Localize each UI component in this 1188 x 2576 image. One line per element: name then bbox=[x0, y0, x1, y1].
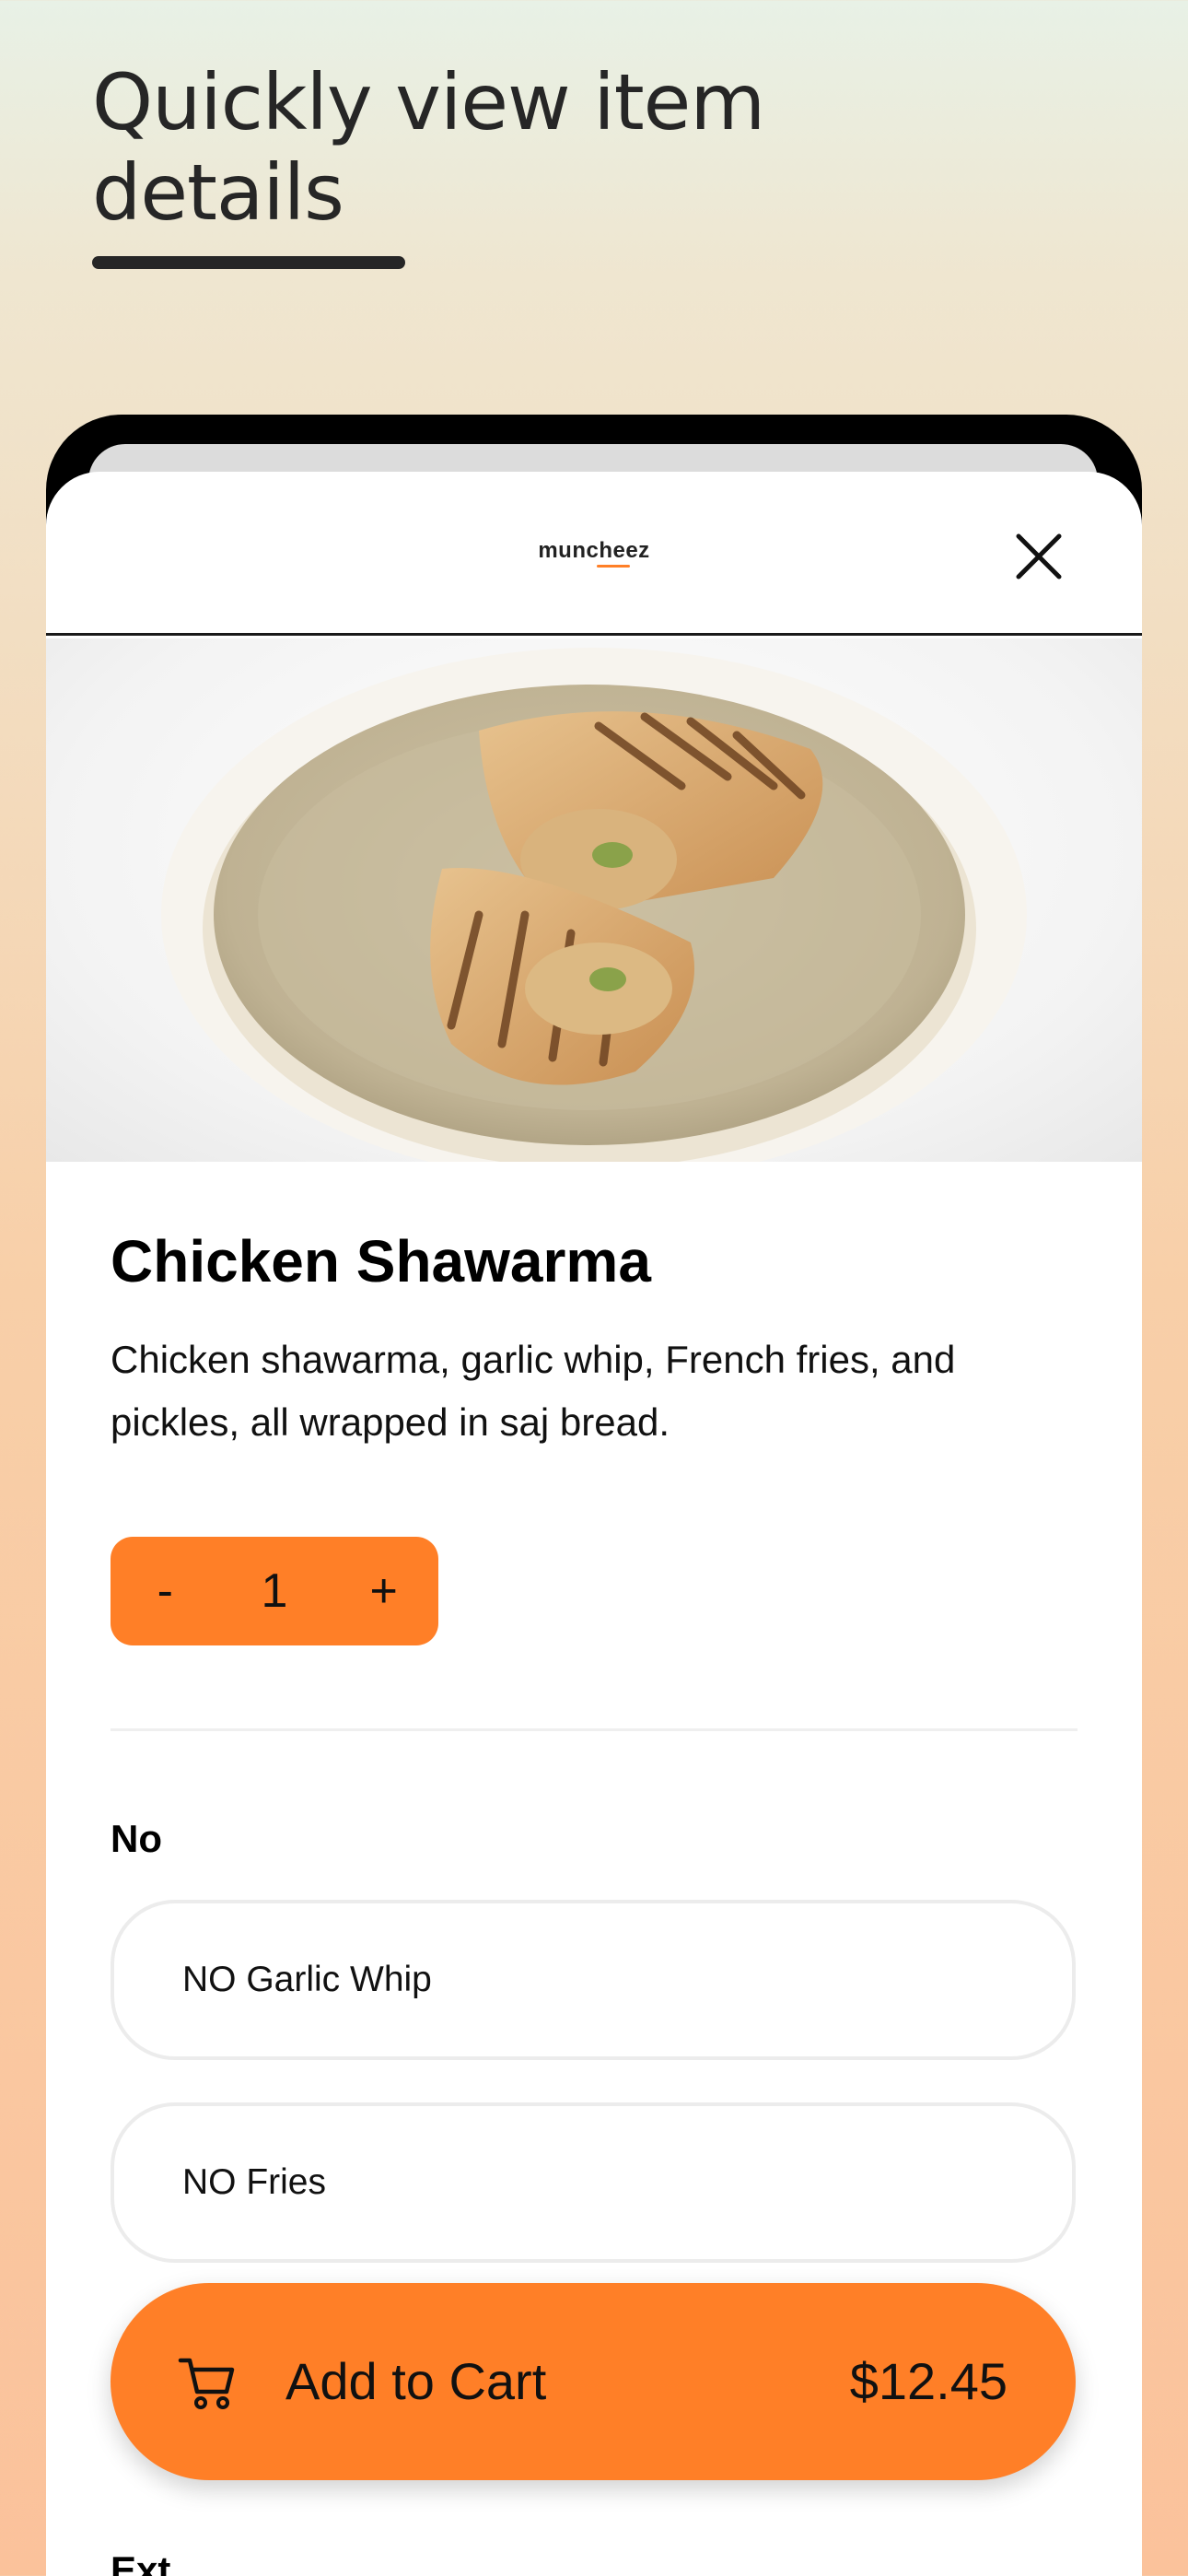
add-to-cart-button[interactable]: Add to Cart $12.45 bbox=[111, 2283, 1076, 2480]
increment-button[interactable]: + bbox=[356, 1563, 412, 1619]
option-label: NO Fries bbox=[182, 2162, 326, 2202]
item-detail-sheet: muncheez Chicken Shawarma Chicken shawar… bbox=[46, 472, 1142, 2576]
section-divider bbox=[111, 1728, 1077, 1731]
logo-accent bbox=[597, 565, 630, 568]
close-icon bbox=[1016, 533, 1062, 580]
headline-line-1: Quickly view item bbox=[92, 57, 765, 147]
sheet-header: muncheez bbox=[46, 472, 1142, 636]
close-button[interactable] bbox=[1013, 531, 1065, 582]
option-no-garlic-whip[interactable]: NO Garlic Whip bbox=[111, 1900, 1076, 2060]
option-label: NO Garlic Whip bbox=[182, 1960, 432, 1999]
cart-price: $12.45 bbox=[849, 2352, 1007, 2410]
item-photo bbox=[46, 638, 1142, 1162]
headline-line-2: details bbox=[92, 147, 344, 238]
quantity-value: 1 bbox=[261, 1564, 288, 1618]
next-option-group-title: Ext bbox=[111, 2548, 171, 2576]
shawarma-plate-illustration bbox=[161, 648, 1027, 1162]
decrement-button[interactable]: - bbox=[137, 1563, 192, 1619]
option-no-fries[interactable]: NO Fries bbox=[111, 2102, 1076, 2263]
add-to-cart-label: Add to Cart bbox=[285, 2352, 547, 2410]
brand-logo: muncheez bbox=[538, 538, 650, 563]
cart-icon bbox=[178, 2358, 235, 2409]
headline: Quickly view item details bbox=[92, 57, 792, 238]
headline-underline bbox=[92, 256, 405, 269]
quantity-stepper: - 1 + bbox=[111, 1537, 438, 1645]
item-title: Chicken Shawarma bbox=[111, 1228, 651, 1294]
option-group-title: No bbox=[111, 1817, 162, 1860]
item-description: Chicken shawarma, garlic whip, French fr… bbox=[111, 1338, 956, 1444]
